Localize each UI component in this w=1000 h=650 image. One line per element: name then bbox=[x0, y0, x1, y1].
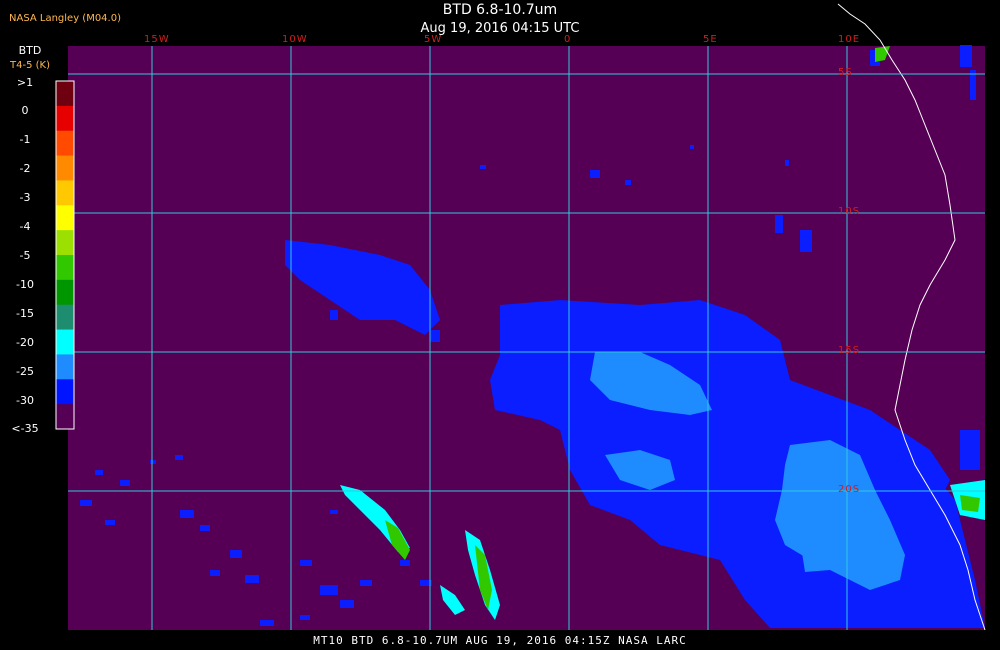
colorbar-label: -20 bbox=[16, 336, 34, 349]
colorbar-swatch bbox=[56, 329, 74, 355]
colorbar-label: -25 bbox=[16, 365, 34, 378]
colorbar-label: -3 bbox=[19, 191, 31, 204]
colorbar-label: -5 bbox=[19, 249, 31, 262]
colorbar-title: BTD bbox=[18, 44, 42, 57]
colorbar-swatch bbox=[56, 279, 74, 306]
colorbar-swatch bbox=[56, 404, 74, 430]
lon-label-10w: 10W bbox=[282, 34, 308, 45]
colorbar-label: 0 bbox=[21, 104, 29, 117]
colorbar-units: T4-5 (K) bbox=[10, 60, 50, 71]
lat-label-10s: 10S bbox=[838, 206, 861, 217]
colorbar-swatch bbox=[56, 105, 74, 132]
colorbar-label: -2 bbox=[19, 162, 31, 175]
lat-label-20s: 20S bbox=[838, 484, 861, 495]
lon-label-5w: 5W bbox=[424, 34, 443, 45]
colorbar-swatch bbox=[56, 205, 74, 231]
lon-label-10e: 10E bbox=[838, 34, 861, 45]
colorbar-label: -30 bbox=[16, 394, 34, 407]
colorbar-swatch bbox=[56, 304, 74, 331]
colorbar-label: <-35 bbox=[11, 422, 39, 435]
colorbar-swatch bbox=[56, 255, 74, 281]
lat-label-15s: 15S bbox=[838, 345, 861, 356]
footer-line: MT10 BTD 6.8-10.7UM AUG 19, 2016 04:15Z … bbox=[313, 634, 687, 647]
colorbar-swatch bbox=[56, 155, 74, 181]
colorbar-label: >1 bbox=[16, 76, 34, 89]
lon-label-5e: 5E bbox=[703, 34, 718, 45]
colorbar-label: -10 bbox=[16, 278, 34, 291]
lat-label-5s: 5S bbox=[838, 67, 853, 78]
colorbar-label: -15 bbox=[16, 307, 34, 320]
lon-label-15w: 15W bbox=[144, 34, 170, 45]
colorbar-swatch bbox=[56, 354, 74, 380]
colorbar-swatch bbox=[56, 379, 74, 405]
lon-label-0: 0 bbox=[564, 34, 572, 45]
colorbar-swatch bbox=[56, 230, 74, 256]
colorbar bbox=[56, 81, 74, 430]
colorbar-swatch bbox=[56, 180, 74, 206]
source-label: NASA Langley (M04.0) bbox=[9, 13, 121, 24]
colorbar-label: -1 bbox=[19, 133, 31, 146]
colorbar-label: -4 bbox=[19, 220, 31, 233]
colorbar-swatch bbox=[56, 130, 74, 157]
chart-title: BTD 6.8-10.7um bbox=[442, 2, 558, 18]
map-canvas bbox=[55, 3, 986, 631]
colorbar-swatch bbox=[56, 81, 74, 107]
